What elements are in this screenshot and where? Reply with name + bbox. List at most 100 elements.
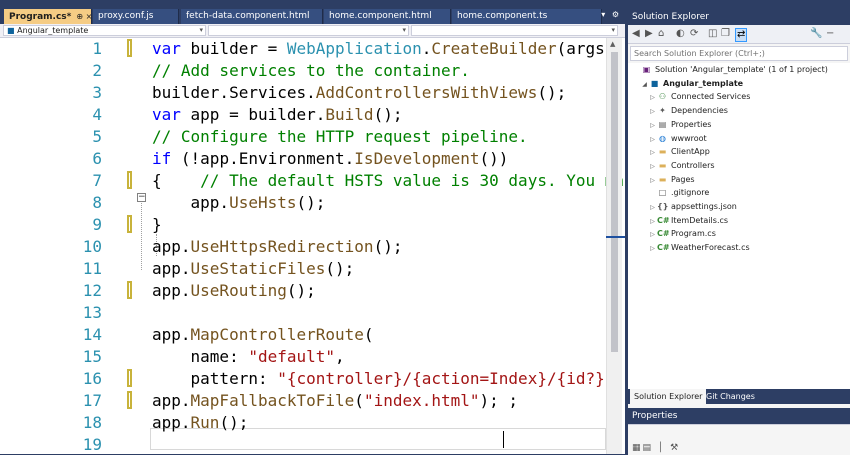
tab-program-cs[interactable]: Program.cs* ⊕ × [4, 9, 92, 24]
json-icon: {} [657, 202, 669, 211]
tab-pin-close-icons[interactable]: ⊕ × [76, 12, 91, 21]
tab-menu-icon[interactable]: ▾ ⚙ [601, 10, 621, 19]
expand-arrow-icon[interactable]: ▷ [648, 242, 657, 256]
line-number: 18 [82, 413, 102, 432]
code-line[interactable]: 7 { // The default HSTS value is 30 days.… [0, 170, 624, 192]
folder-icon: ▬ [658, 147, 667, 157]
code-line[interactable]: 4 var app = builder.Build(); [0, 104, 606, 126]
code-text: app.Run(); [152, 412, 248, 434]
solution-tree[interactable]: ▣ Solution 'Angular_template' (1 of 1 pro… [628, 63, 850, 389]
line-number: 10 [82, 237, 102, 256]
code-line[interactable]: 10 app.UseHttpsRedirection(); [0, 236, 606, 258]
tree-item[interactable]: ▷ ⚇ Connected Services [648, 90, 750, 104]
tree-item[interactable]: ◢ ■ Angular_template [640, 77, 743, 91]
toolbar-button-icon[interactable]: ◫ [708, 28, 717, 40]
solution-explorer-title: Solution Explorer [628, 9, 850, 25]
code-line[interactable]: 2 // Add services to the container. [0, 60, 606, 82]
change-indicator [127, 391, 132, 409]
toolbar-button-icon[interactable]: ⟳ [690, 28, 698, 40]
line-number: 6 [92, 149, 102, 168]
connected-services-icon: ⚇ [658, 92, 667, 102]
toolbar-button-icon[interactable]: ⇄ [735, 28, 748, 42]
code-token: app = builder. [190, 105, 326, 124]
code-line[interactable]: 13 [0, 302, 606, 324]
tree-item-label: ItemDetails.cs [671, 215, 729, 225]
code-text: app.UseRouting(); [152, 280, 316, 302]
code-line[interactable]: 18 app.Run(); [0, 412, 606, 434]
tab-proxy-conf-js[interactable]: proxy.conf.js [93, 9, 179, 24]
toolbar-button-icon[interactable]: ⌂ [658, 28, 664, 40]
code-token: (); [325, 259, 355, 278]
line-number: 5 [92, 127, 102, 146]
code-line[interactable]: 17 app.MapFallbackToFile("index.html"); ; [0, 390, 606, 412]
properties-toolbar-icons[interactable]: ▦▤ │ ⚒ [632, 443, 680, 453]
vertical-scrollbar[interactable]: ▲ [606, 38, 622, 454]
code-area[interactable]: − 1 var builder = WebApplication.CreateBu… [0, 38, 624, 454]
code-line[interactable]: 16 pattern: "{controller}/{action=Index}… [0, 368, 624, 390]
toolbar-button-icon[interactable]: ❐ [721, 28, 730, 40]
toolbar-button-icon[interactable]: ▶ [645, 28, 653, 40]
tab-home-component-html[interactable]: home.component.html [324, 9, 451, 24]
tree-item-label: wwwroot [671, 133, 707, 143]
code-token: , [335, 347, 345, 366]
line-number: 13 [82, 303, 102, 322]
code-token: ()) [479, 149, 509, 168]
type-dropdown[interactable]: ▾ [208, 25, 409, 36]
code-text: pattern: "{controller}/{action=Index}/{i… [152, 368, 625, 390]
code-line[interactable]: 6 if (!app.Environment.IsDevelopment()) [0, 148, 606, 170]
scroll-up-icon[interactable]: ▲ [610, 40, 615, 48]
tree-item[interactable]: ▷ ▬ ClientApp [648, 145, 710, 159]
code-line[interactable]: 15 name: "default", [0, 346, 606, 368]
toolbar-button-icon[interactable]: 🔧 [810, 28, 822, 40]
tab-home-component-ts[interactable]: home.component.ts [452, 9, 602, 24]
toolbar-button-icon[interactable]: − [826, 28, 834, 40]
properties-panel: ▦▤ │ ⚒ [628, 424, 850, 455]
code-line[interactable]: 5 // Configure the HTTP request pipeline. [0, 126, 606, 148]
tree-item[interactable]: ▷ ◍ wwwroot [648, 132, 707, 146]
code-line[interactable]: 1 var builder = WebApplication.CreateBuil… [0, 38, 624, 60]
code-line[interactable]: 14 app.MapControllerRoute( [0, 324, 606, 346]
code-token: Build [325, 105, 374, 124]
toolbar-button-icon[interactable]: ◐ [676, 28, 685, 40]
tree-item[interactable]: ▷ C#ItemDetails.cs [648, 214, 728, 228]
code-token: . [421, 39, 432, 58]
line-number: 4 [92, 105, 102, 124]
tree-item-label: Solution 'Angular_template' (1 of 1 proj… [655, 65, 828, 74]
code-line[interactable]: 3 builder.Services.AddControllersWithView… [0, 82, 606, 104]
code-line[interactable]: 8 app.UseHsts(); [0, 192, 606, 214]
chevron-down-icon: ▾ [611, 26, 615, 34]
tree-item[interactable]: ▷ C#WeatherForecast.cs [648, 241, 749, 256]
project-dropdown[interactable]: ■ Angular_template ▾ [3, 25, 206, 36]
tree-item[interactable]: ▷ ✦ Dependencies [648, 104, 728, 118]
code-token: pattern: [152, 369, 278, 388]
code-line[interactable]: 9} [0, 214, 606, 236]
tab-git-changes[interactable]: Git Changes [702, 389, 759, 404]
code-token: { [152, 171, 201, 190]
folder-icon: ▬ [658, 174, 667, 184]
tree-item-label: appsettings.json [671, 202, 737, 211]
tab-solution-explorer[interactable]: Solution Explorer [630, 389, 707, 404]
code-editor-pane[interactable]: Program.cs* ⊕ × proxy.conf.js fetch-data.co… [0, 0, 625, 454]
solution-explorer-search-input[interactable]: Search Solution Explorer (Ctrl+;) [630, 46, 848, 61]
line-number: 16 [82, 369, 102, 388]
tree-item[interactable]: ▷ C#Program.cs [648, 227, 716, 241]
code-token: CreateBuilder [431, 39, 557, 58]
toolbar-button-icon[interactable]: ◀ [632, 28, 640, 40]
tree-item[interactable]: □ .gitignore [648, 186, 710, 200]
tree-item[interactable]: ▣ Solution 'Angular_template' (1 of 1 pro… [632, 63, 828, 77]
member-dropdown[interactable]: ▾ [411, 25, 618, 36]
tree-item[interactable]: ▷ ▬ Pages [648, 173, 694, 187]
code-line[interactable]: 19 [0, 434, 606, 454]
tree-item[interactable]: ▷ ▤ Properties [648, 118, 711, 132]
scrollbar-thumb[interactable] [611, 52, 618, 352]
tree-item[interactable]: ▷{} appsettings.json [648, 200, 737, 214]
tree-item-label: Dependencies [671, 106, 728, 116]
tab-label: home.component.ts [457, 11, 548, 21]
code-token: (); [296, 193, 326, 212]
tree-item[interactable]: ▷ ▬ Controllers [648, 159, 714, 173]
line-number: 17 [82, 391, 102, 410]
code-line[interactable]: 12 app.UseRouting(); [0, 280, 606, 302]
code-line[interactable]: 11 app.UseStaticFiles(); [0, 258, 606, 280]
tab-fetch-data-component-html[interactable]: fetch-data.component.html [181, 9, 323, 24]
code-token: builder.Services. [152, 83, 316, 102]
